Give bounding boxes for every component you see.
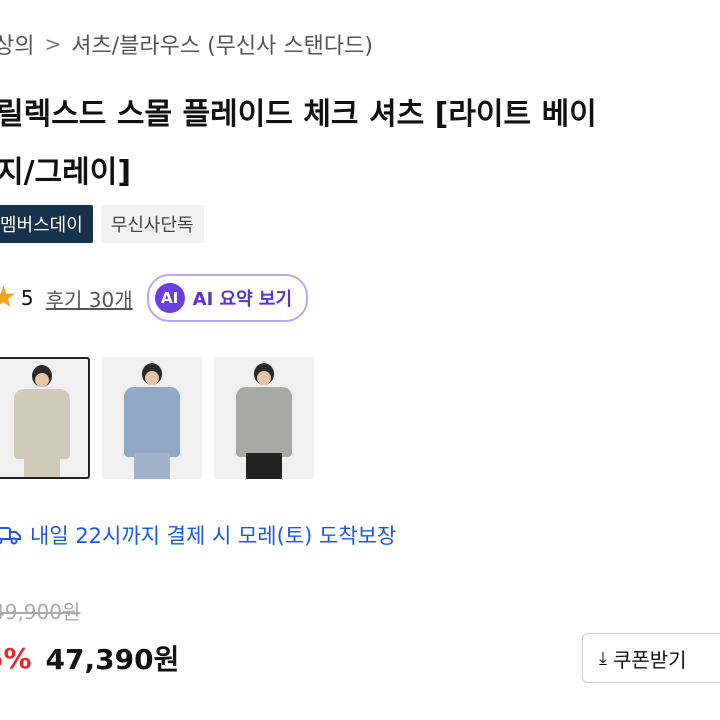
members-day-badge: 멤버스데이 xyxy=(0,205,93,243)
rating-row: ★ 5 후기 30개 AI AI 요약 보기 xyxy=(0,274,309,322)
thumbnail-1[interactable] xyxy=(0,357,90,479)
model-face xyxy=(145,371,159,385)
product-title-line-2: 지/그레이] xyxy=(0,155,132,190)
price-row: 5% 47,390원 xyxy=(0,638,179,678)
breadcrumb-category-shirts[interactable]: 셔츠/블라우스 (무신사 스탠다드) xyxy=(71,28,373,60)
model-face xyxy=(35,373,49,387)
shirt-shape xyxy=(124,387,180,457)
breadcrumb-category-top[interactable]: 상의 xyxy=(0,28,34,60)
product-title: 릴렉스드 스몰 플레이드 체크 셔츠 [라이트 베이 지/그레이] xyxy=(0,86,716,202)
coupon-label: 쿠폰받기 xyxy=(612,647,687,672)
product-title-line-1: 릴렉스드 스몰 플레이드 체크 셔츠 [라이트 베이 xyxy=(0,97,597,132)
sale-price: 47,390원 xyxy=(45,643,180,676)
delivery-text: 내일 22시까지 결제 시 모레(토) 도착보장 xyxy=(30,524,397,548)
breadcrumb: 상의 > 셔츠/블라우스 (무신사 스탠다드) xyxy=(0,28,373,60)
download-icon: ⤓ xyxy=(599,647,607,669)
thumbnail-3[interactable] xyxy=(214,357,314,479)
pants-shape xyxy=(134,453,170,479)
star-icon: ★ xyxy=(0,280,17,315)
thumbnail-2[interactable] xyxy=(102,357,202,479)
coupon-download-button[interactable]: ⤓ 쿠폰받기 xyxy=(582,633,720,683)
rating-score: 5 xyxy=(20,286,34,310)
original-price: 49,900원 xyxy=(0,600,81,624)
discount-rate: 5% xyxy=(0,641,32,675)
ai-icon: AI xyxy=(154,283,185,313)
truck-icon xyxy=(0,527,21,545)
thumbnail-gallery xyxy=(0,357,314,479)
chevron-right-icon: > xyxy=(44,32,62,56)
reviews-link[interactable]: 후기 30개 xyxy=(46,284,133,313)
exclusive-badge: 무신사단독 xyxy=(100,205,204,243)
delivery-guarantee[interactable]: 내일 22시까지 결제 시 모레(토) 도착보장 xyxy=(0,520,396,550)
ai-summary-button[interactable]: AI AI 요약 보기 xyxy=(146,274,309,322)
model-face xyxy=(257,371,271,385)
ai-summary-label: AI 요약 보기 xyxy=(192,289,293,310)
shirt-shape xyxy=(14,389,70,459)
pants-shape xyxy=(24,455,60,477)
shirt-shape xyxy=(236,387,292,457)
badge-row: 멤버스데이 무신사단독 xyxy=(0,205,204,243)
pants-shape xyxy=(246,453,282,479)
